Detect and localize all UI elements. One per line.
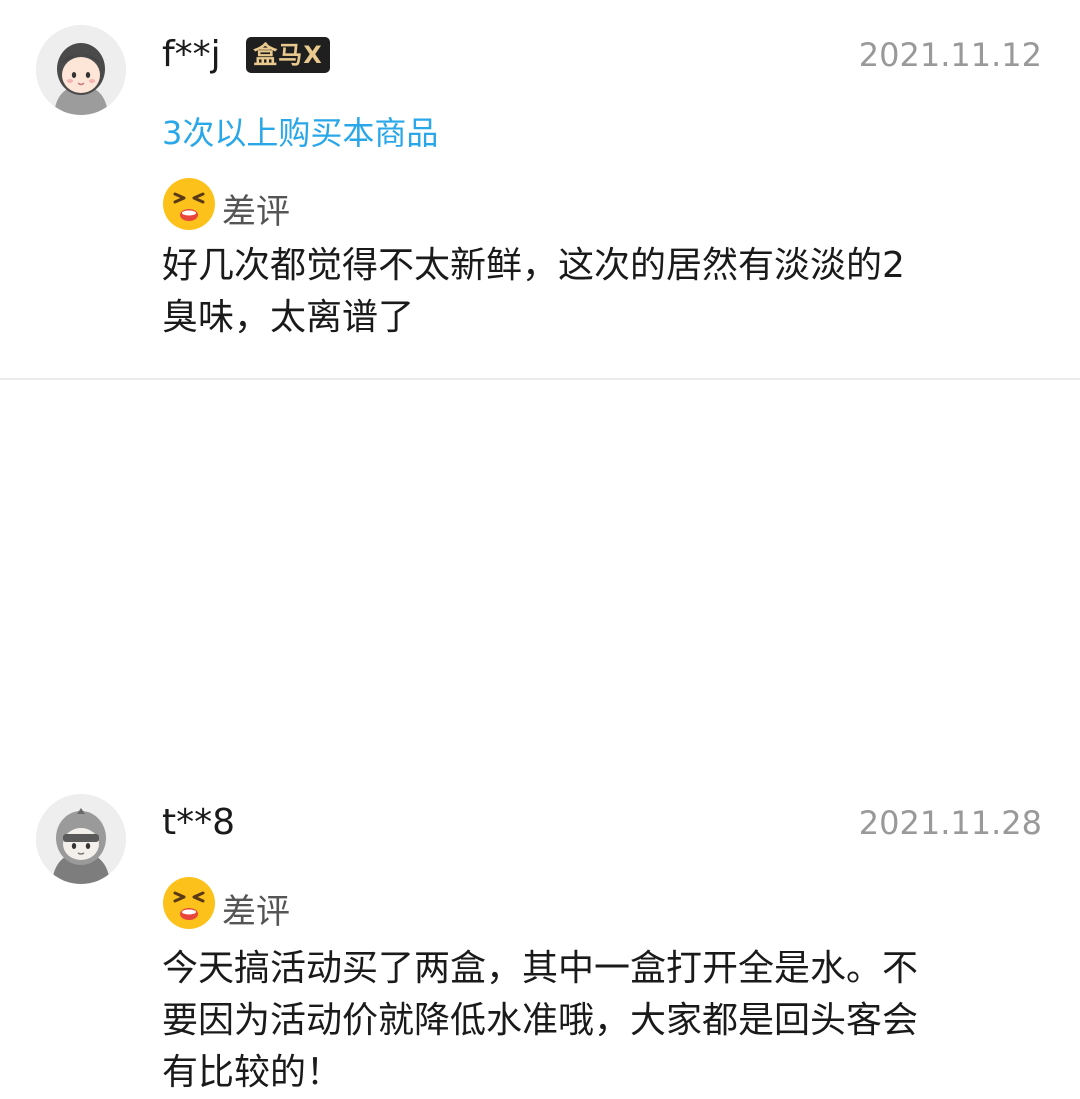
user-avatar[interactable] xyxy=(36,25,126,115)
user-avatar[interactable] xyxy=(36,794,126,884)
review-item: t**8 2021.11.28 差评 今天搞活动买了两盒，其中一盒打开全是水。不… xyxy=(0,378,1080,1093)
review-content: 好几次都觉得不太新鲜，这次的居然有淡淡的2 臭味，太离谱了 xyxy=(162,245,905,338)
angry-face-icon xyxy=(163,877,215,929)
membership-badge: 盒马X xyxy=(246,37,330,73)
cartoon-girl-avatar-icon xyxy=(36,25,126,115)
repeat-purchase-tag: 3次以上购买本商品 xyxy=(162,114,439,152)
username: t**8 xyxy=(162,802,236,843)
review-date: 2021.11.28 xyxy=(858,804,1042,842)
cartoon-hooded-avatar-icon xyxy=(36,794,126,884)
review-item: f**j 盒马X 2021.11.12 3次以上购买本商品 差评 好几次都觉得不… xyxy=(0,0,1080,378)
username: f**j xyxy=(162,34,221,75)
rating-label: 差评 xyxy=(222,192,290,232)
review-date: 2021.11.12 xyxy=(858,36,1042,74)
angry-face-icon xyxy=(163,178,215,230)
rating-label: 差评 xyxy=(222,892,290,932)
review-content: 今天搞活动买了两盒，其中一盒打开全是水。不 要因为活动价就降低水准哦，大家都是回… xyxy=(162,948,919,1093)
